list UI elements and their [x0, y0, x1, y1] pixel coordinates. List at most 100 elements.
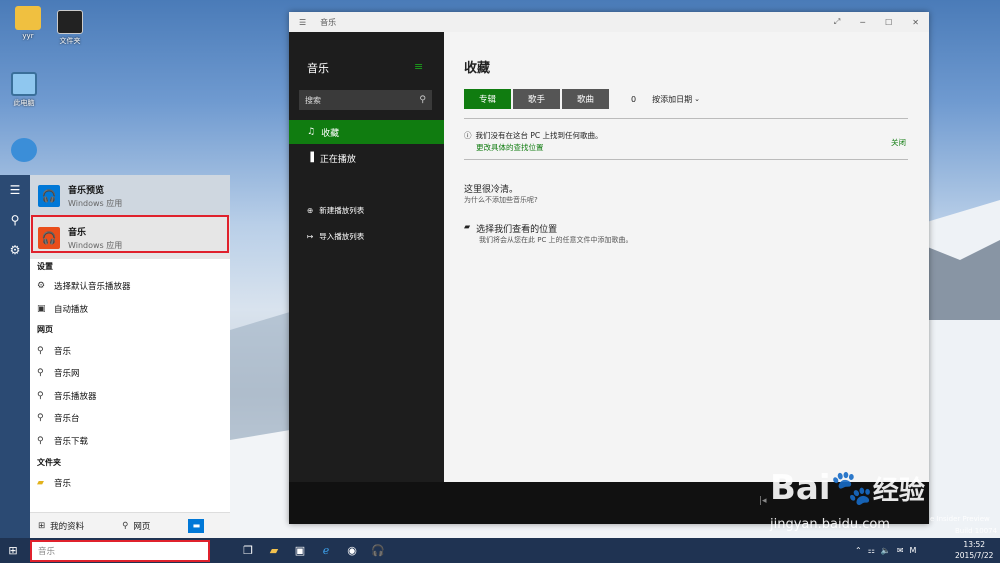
search-input[interactable]: 音乐	[30, 540, 210, 562]
music-app-icon[interactable]: 🎧	[365, 538, 391, 563]
divider	[464, 159, 908, 160]
list-item[interactable]: ⚲ 音乐	[37, 345, 71, 357]
previous-icon[interactable]: |◂	[759, 496, 767, 506]
start-bottom-bar: ⊞ 我的资料 ⚲ 网页 ▬	[30, 512, 230, 538]
result-music-preview[interactable]: 🎧 音乐预览 Windows 应用	[30, 175, 230, 217]
nav-label: 收藏	[321, 128, 340, 139]
app-title: 音乐	[307, 62, 329, 75]
explorer-icon[interactable]: ▰	[261, 538, 287, 563]
tab-albums[interactable]: 专辑	[464, 89, 512, 109]
clock[interactable]: 13:52 2015/7/22	[955, 539, 993, 561]
item-label: 音乐台	[54, 414, 80, 424]
my-stuff-button[interactable]: 我的资料	[50, 520, 84, 532]
search-icon: ⚲	[419, 95, 426, 105]
choose-location[interactable]: ▰ 选择我们查看的位置	[464, 222, 557, 235]
search-icon: ⚲	[37, 346, 44, 356]
maximize-icon[interactable]: ☐	[885, 18, 892, 27]
notice: ⓘ 我们没有在这台 PC 上找到任何歌曲。	[464, 130, 603, 141]
clock-date: 2015/7/22	[955, 551, 994, 560]
folder-icon	[57, 10, 83, 34]
store-icon[interactable]: ▣	[287, 538, 313, 563]
watermark-brand2: 经验	[872, 476, 925, 506]
item-label: 音乐	[54, 347, 72, 357]
tab-songs[interactable]: 歌曲	[562, 89, 610, 109]
sort-dropdown[interactable]: 按添加日期	[652, 94, 692, 105]
minimize-icon[interactable]: ─	[860, 18, 865, 27]
feedback-icon[interactable]: ▬	[188, 518, 205, 533]
start-menu: 🎧 音乐预览 Windows 应用 🎧 音乐 Windows 应用 设置 ⚙ 选择…	[30, 175, 230, 538]
menu-icon[interactable]: ≡	[414, 60, 423, 73]
search-icon: ⚲	[37, 391, 44, 401]
search-input[interactable]: 搜索	[305, 95, 321, 106]
paw-icon: 🐾	[830, 468, 873, 508]
import-playlist-button[interactable]: ↦ 导入播放列表	[289, 224, 444, 248]
item-label: 选择默认音乐播放器	[54, 282, 131, 292]
headphones-icon: 🎧	[38, 185, 60, 207]
build-label: Build 10074	[955, 527, 998, 535]
change-location-link[interactable]: 更改具体的查找位置	[476, 142, 544, 153]
message-icon[interactable]: ✉	[897, 546, 904, 555]
task-view-icon[interactable]: ❐	[235, 538, 261, 563]
watermark-logo: Bai🐾经验	[770, 468, 925, 508]
desktop-icon-label: 此电脑	[13, 99, 35, 107]
choose-subtitle: 我们将会从您在此 PC 上的任意文件中添加歌曲。	[479, 236, 633, 244]
close-notice-button[interactable]: 关闭	[891, 137, 906, 148]
desktop-icon-folder[interactable]: 文件夹	[50, 10, 90, 46]
item-label: 音乐网	[54, 369, 80, 379]
search-icon[interactable]: ⚲	[0, 205, 30, 235]
list-item[interactable]: ▰ 音乐	[37, 477, 71, 489]
windows-icon: ⊞	[38, 520, 46, 531]
fullscreen-icon[interactable]: ⤢	[834, 17, 840, 27]
item-label: 音乐下载	[54, 437, 89, 447]
start-button[interactable]: ⊞	[0, 538, 26, 563]
ime-icon[interactable]: M	[910, 546, 917, 555]
section-web: 网页	[37, 325, 53, 334]
item-label: 音乐播放器	[54, 392, 97, 402]
list-item[interactable]: ⚲ 音乐播放器	[37, 390, 97, 402]
empty-subtitle: 为什么不添加些音乐呢?	[464, 196, 538, 204]
nav-collection[interactable]: ♫ 收藏	[289, 120, 444, 144]
taskbar-pins: ❐ ▰ ▣ ℯ ◉ 🎧	[235, 538, 391, 563]
nav-now-playing[interactable]: ▐ 正在播放	[289, 146, 444, 170]
watermark-url: jingyan.baidu.com	[770, 517, 890, 532]
list-item[interactable]: ⚲ 音乐下载	[37, 435, 88, 447]
app-name: 音乐预览	[68, 186, 105, 196]
close-icon[interactable]: ✕	[912, 18, 919, 27]
search-icon: ⚲	[37, 413, 44, 423]
desktop-icon-network[interactable]	[4, 138, 44, 164]
desktop-icon-user[interactable]: yyr	[8, 6, 48, 40]
empty-title: 这里很冷清。	[464, 185, 519, 195]
app-sub: Windows 应用	[68, 199, 123, 208]
desktop-icon-label: 文件夹	[59, 37, 81, 45]
tab-artists[interactable]: 歌手	[513, 89, 561, 109]
choose-title: 选择我们查看的位置	[476, 225, 558, 235]
plus-circle-icon: ⊕	[307, 205, 314, 215]
desktop-icon-this-pc[interactable]: 此电脑	[4, 72, 44, 108]
item-count: 0	[631, 94, 637, 104]
web-button[interactable]: 网页	[133, 520, 150, 532]
left-pane: 音乐 ≡ 搜索 ⚲ ♫ 收藏 ▐ 正在播放 ⊕ 新建播放列表 ↦ 导入播放列表	[289, 32, 444, 482]
main-pane: 收藏 专辑 歌手 歌曲 0 按添加日期 ⌄ ⓘ 我们没有在这台 PC 上找到任何…	[444, 32, 929, 482]
media-icon[interactable]: ◉	[339, 538, 365, 563]
ie-icon[interactable]: ℯ	[313, 538, 339, 563]
search-value: 音乐	[38, 547, 56, 557]
desktop-icon-label: yyr	[22, 32, 34, 40]
volume-icon[interactable]: 🔈	[881, 546, 891, 555]
list-item[interactable]: ▣ 自动播放	[37, 303, 88, 315]
music-note-icon: ♫	[307, 127, 316, 137]
window-title: 音乐	[320, 17, 337, 27]
list-item[interactable]: ⚙ 选择默认音乐播放器	[37, 280, 131, 292]
network-icon[interactable]: ⚏	[868, 546, 875, 555]
search-icon: ⚲	[37, 368, 44, 378]
titlebar: ☰ 音乐 ⤢ ─ ☐ ✕	[289, 12, 929, 32]
new-playlist-button[interactable]: ⊕ 新建播放列表	[289, 198, 444, 222]
item-label: 自动播放	[54, 305, 89, 315]
hamburger-icon[interactable]: ☰	[0, 175, 30, 205]
gear-icon[interactable]: ⚙	[0, 235, 30, 265]
list-item[interactable]: ⚲ 音乐台	[37, 412, 80, 424]
list-item[interactable]: ⚲ 音乐网	[37, 367, 80, 379]
chevron-up-icon[interactable]: ⌃	[855, 546, 862, 555]
action-label: 导入播放列表	[319, 231, 365, 241]
hamburger-icon[interactable]: ☰	[299, 18, 306, 27]
search-box[interactable]: 搜索 ⚲	[299, 90, 432, 110]
